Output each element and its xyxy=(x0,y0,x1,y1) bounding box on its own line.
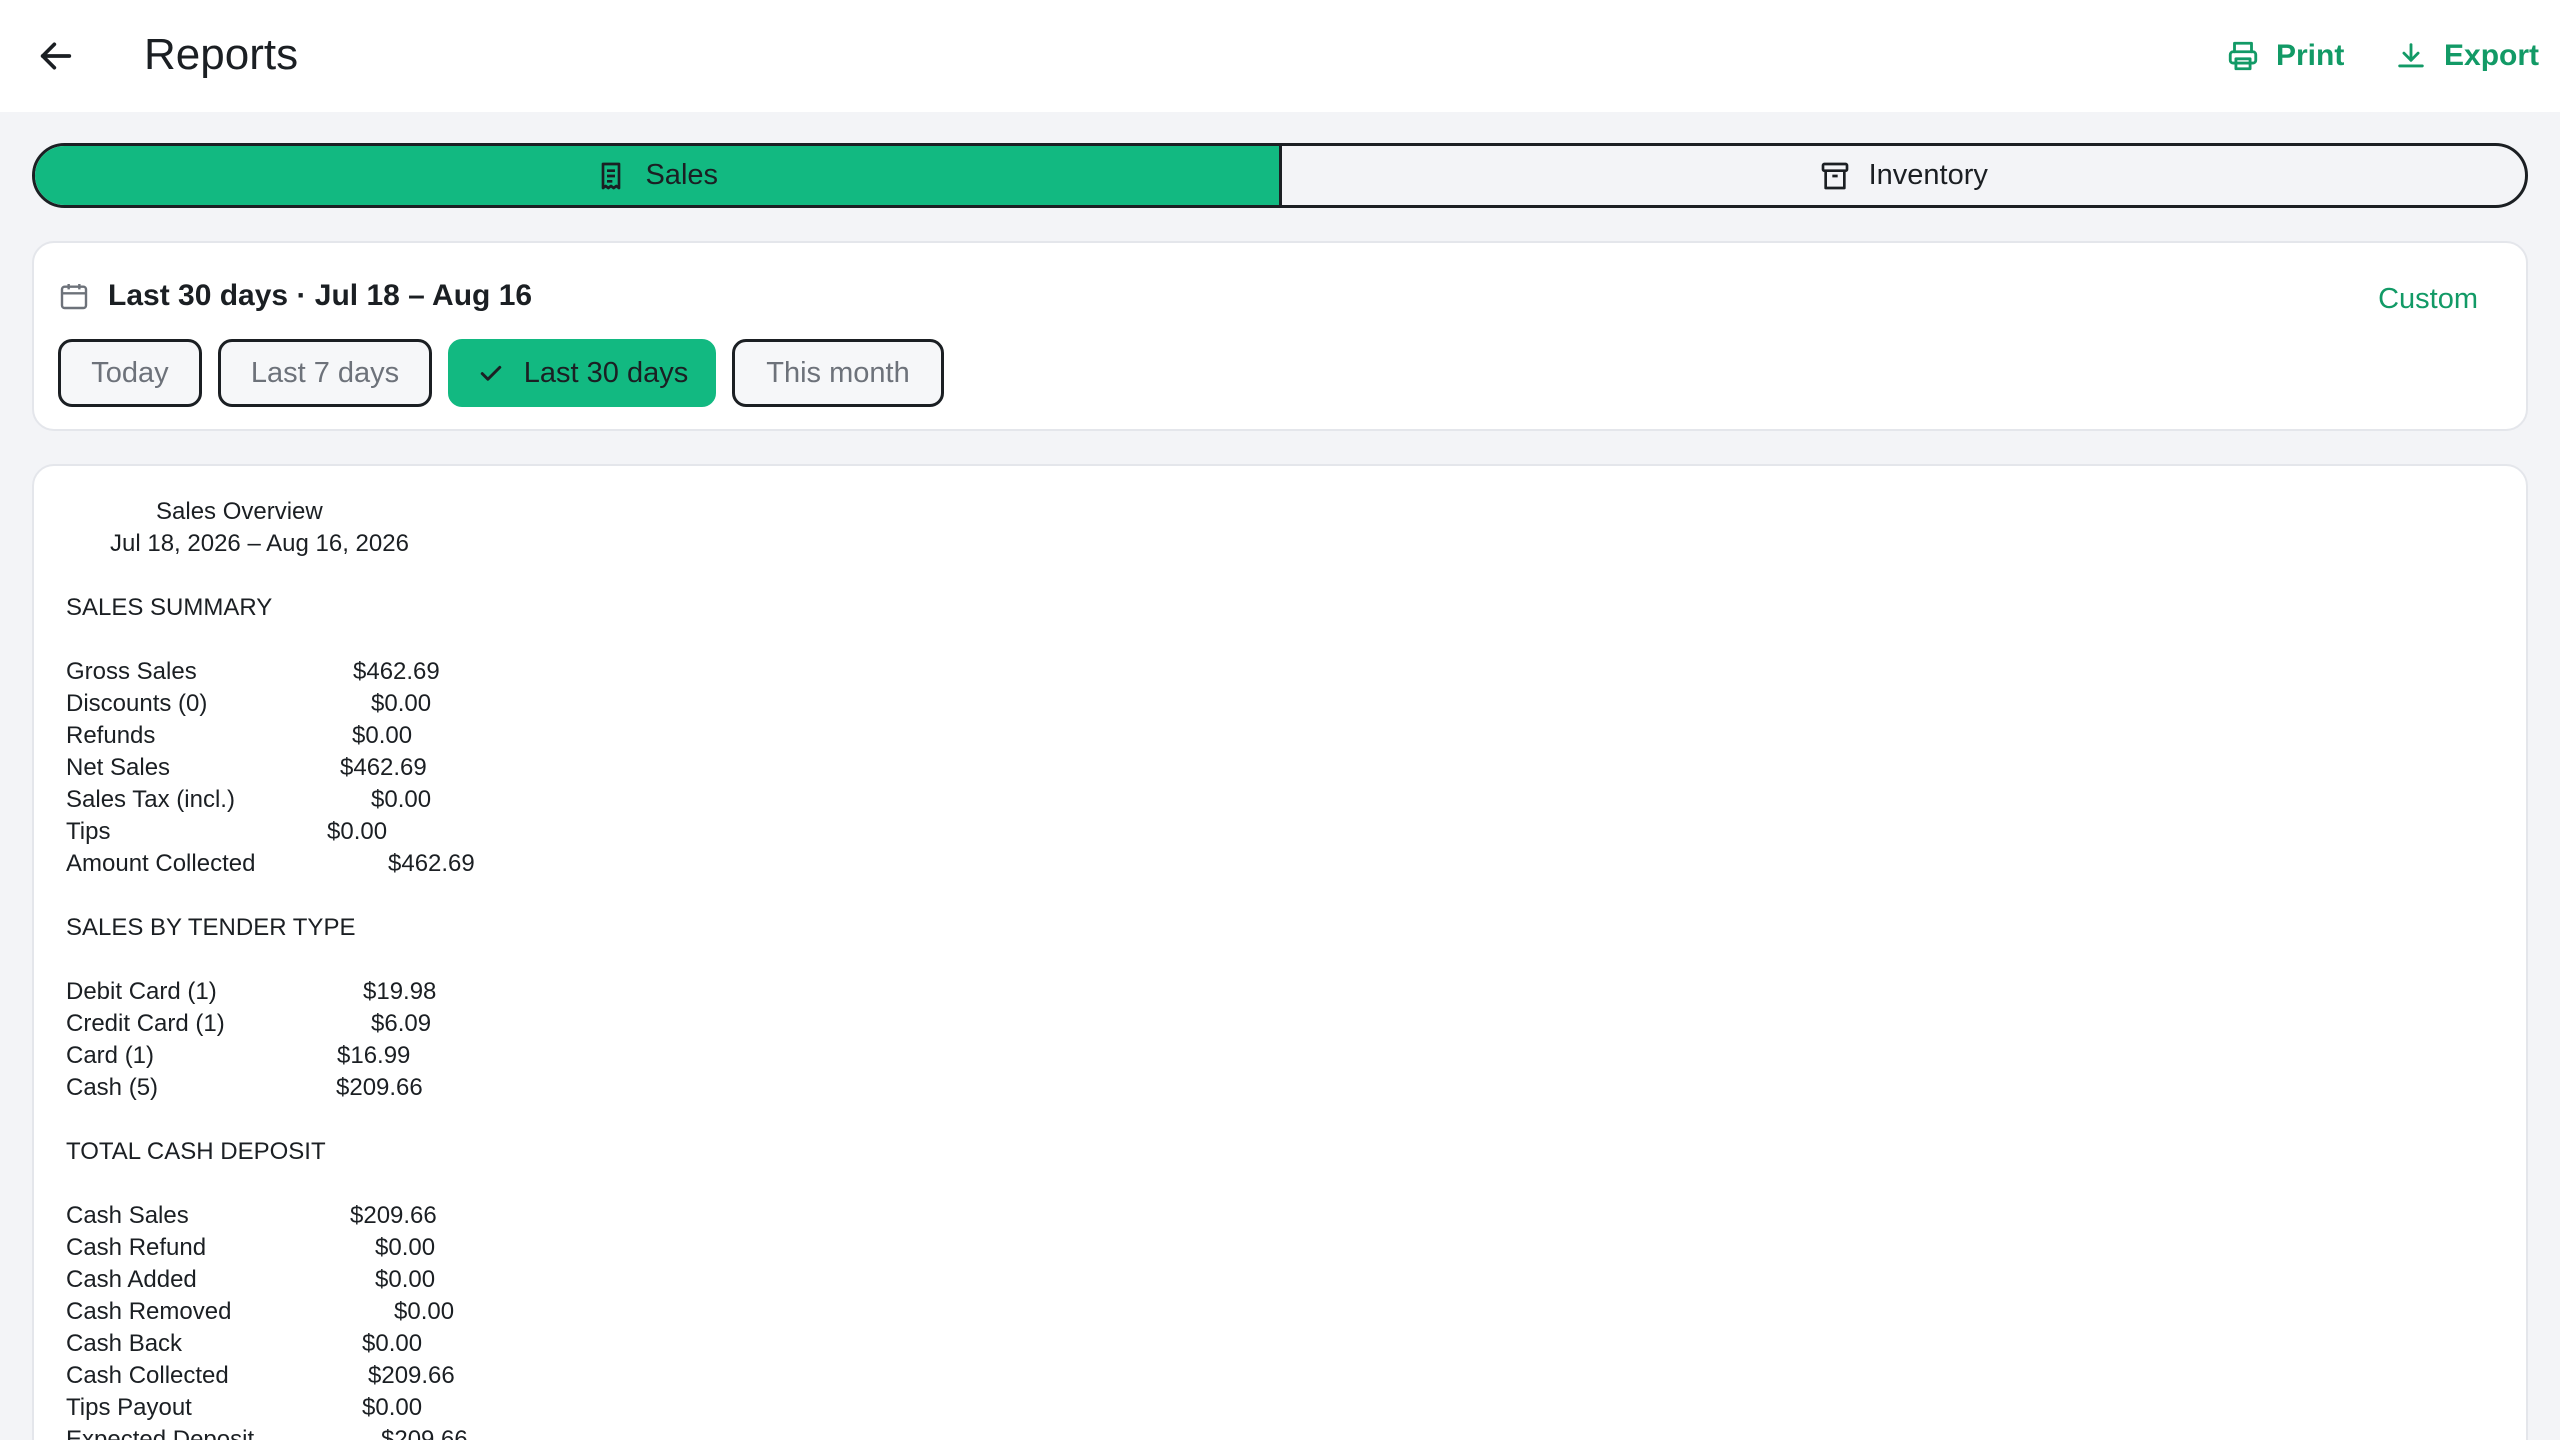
custom-range-button[interactable]: Custom xyxy=(2378,283,2478,316)
report-row: Cash Added $0.00 xyxy=(66,1264,435,1296)
tab-inventory-label: Inventory xyxy=(1868,159,1988,191)
report-date-range: Jul 18, 2026 – Aug 16, 2026 xyxy=(110,530,409,557)
row-label: Cash Back xyxy=(66,1330,183,1357)
report-title: Sales Overview xyxy=(156,498,323,525)
chip-label: Today xyxy=(91,356,169,389)
check-icon xyxy=(480,365,502,381)
receipt-icon xyxy=(602,162,621,189)
row-label: Discounts (0) xyxy=(66,690,208,717)
report-row: Amount Collected $462.69 xyxy=(66,848,475,880)
row-label: Cash Refund xyxy=(66,1234,207,1261)
row-label: Cash Sales xyxy=(66,1202,189,1229)
row-label: Amount Collected xyxy=(66,850,256,877)
row-label: Cash Collected xyxy=(66,1362,229,1389)
page-title: Reports xyxy=(144,30,299,79)
row-label: Sales Tax (incl.) xyxy=(66,786,235,813)
row-value: $209.66 xyxy=(350,1202,437,1229)
row-value: $19.98 xyxy=(363,978,437,1005)
report-row: Credit Card (1) $6.09 xyxy=(66,1008,431,1040)
report-row: Cash Sales $209.66 xyxy=(66,1200,437,1232)
row-value: $0.00 xyxy=(362,1330,423,1357)
report-row: Cash (5) $209.66 xyxy=(66,1072,423,1104)
row-value: $6.09 xyxy=(371,1010,432,1037)
report-row: Discounts (0) $0.00 xyxy=(66,688,431,720)
app-bar: Reports Print Export xyxy=(0,0,2560,112)
row-value: $0.00 xyxy=(371,690,432,717)
preset-chips: Today Last 7 days Last 30 days This mont… xyxy=(58,339,944,407)
chip-label: Last 7 days xyxy=(250,356,400,389)
row-value: $209.66 xyxy=(368,1362,455,1389)
print-label: Print xyxy=(2276,39,2345,72)
row-value: $462.69 xyxy=(353,658,440,685)
row-label: Net Sales xyxy=(66,754,171,781)
row-label: Cash (5) xyxy=(66,1074,159,1101)
report-row: Cash Collected $209.66 xyxy=(66,1360,455,1392)
date-range-header: Last 30 days · Jul 18 – Aug 16 xyxy=(58,279,532,313)
report-row: Gross Sales $462.69 xyxy=(66,656,440,688)
chip-today[interactable]: Today xyxy=(58,339,202,407)
archive-box-icon xyxy=(1821,162,1848,189)
printer-icon xyxy=(2228,41,2258,71)
report-row: Cash Back $0.00 xyxy=(66,1328,422,1360)
chip-label: This month xyxy=(766,356,910,389)
tab-inventory[interactable]: Inventory xyxy=(1278,146,2526,205)
tab-sales-label: Sales xyxy=(645,159,719,191)
sales-report-card: Sales Overview Jul 18, 2026 – Aug 16, 20… xyxy=(32,464,2528,1440)
report-row: Expected Deposit $209.66 xyxy=(66,1424,468,1440)
chip-last-30-days[interactable]: Last 30 days xyxy=(448,339,716,407)
row-value: $462.69 xyxy=(388,850,475,877)
row-value: $16.99 xyxy=(337,1042,411,1069)
row-label: Refunds xyxy=(66,722,156,749)
report-row: Sales Tax (incl.) $0.00 xyxy=(66,784,431,816)
row-value: $462.69 xyxy=(340,754,427,781)
date-range-summary: Last 30 days · Jul 18 – Aug 16 xyxy=(108,279,533,312)
report-row: Cash Refund $0.00 xyxy=(66,1232,435,1264)
print-button[interactable]: Print xyxy=(2226,30,2344,82)
section-heading: SALES SUMMARY xyxy=(66,594,273,621)
row-value: $0.00 xyxy=(375,1234,436,1261)
row-label: Tips xyxy=(66,818,111,845)
row-label: Card (1) xyxy=(66,1042,155,1069)
row-label: Expected Deposit xyxy=(66,1426,255,1440)
row-label: Credit Card (1) xyxy=(66,1010,225,1037)
date-range-card: Last 30 days · Jul 18 – Aug 16 Custom To… xyxy=(32,241,2528,431)
chip-label: Last 30 days xyxy=(523,356,689,389)
export-label: Export xyxy=(2444,39,2540,72)
row-value: $0.00 xyxy=(375,1266,436,1293)
row-value: $0.00 xyxy=(394,1298,455,1325)
row-label: Debit Card (1) xyxy=(66,978,217,1005)
chip-last-7-days[interactable]: Last 7 days xyxy=(218,339,432,407)
report-row: Net Sales $462.69 xyxy=(66,752,427,784)
export-button[interactable]: Export xyxy=(2394,30,2539,82)
row-value: $0.00 xyxy=(352,722,413,749)
section-heading: TOTAL CASH DEPOSIT xyxy=(66,1138,326,1165)
section-heading: SALES BY TENDER TYPE xyxy=(66,914,356,941)
download-icon xyxy=(2398,43,2424,68)
report-row: Tips $0.00 xyxy=(66,816,409,848)
chip-this-month[interactable]: This month xyxy=(732,339,944,407)
row-label: Tips Payout xyxy=(66,1394,192,1421)
report-row: Cash Removed $0.00 xyxy=(66,1296,454,1328)
arrow-left-icon xyxy=(40,42,72,70)
row-value: $0.00 xyxy=(362,1394,423,1421)
row-label: Cash Removed xyxy=(66,1298,232,1325)
report-row: Refunds $0.00 xyxy=(66,720,413,752)
row-value: $0.00 xyxy=(327,818,388,845)
row-value: $209.66 xyxy=(336,1074,423,1101)
tab-sales[interactable]: Sales xyxy=(35,146,1279,205)
row-label: Cash Added xyxy=(66,1266,197,1293)
report-row: Card (1) $16.99 xyxy=(66,1040,411,1072)
report-type-tabs: Sales Inventory xyxy=(32,143,2528,208)
report-row: Debit Card (1) $19.98 xyxy=(66,976,436,1008)
calendar-icon xyxy=(60,284,88,310)
row-label: Gross Sales xyxy=(66,658,197,685)
report-row: Tips Payout $0.00 xyxy=(66,1392,422,1424)
back-button[interactable] xyxy=(30,30,82,82)
row-value: $0.00 xyxy=(371,786,432,813)
row-value: $209.66 xyxy=(381,1426,468,1440)
sales-report: Sales Overview Jul 18, 2026 – Aug 16, 20… xyxy=(66,496,475,1440)
